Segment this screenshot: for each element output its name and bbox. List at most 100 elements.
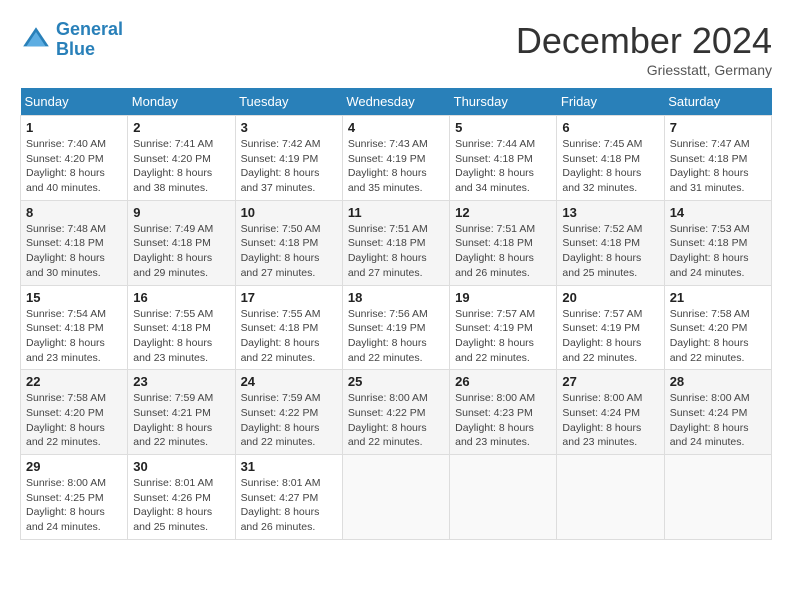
day-number: 22 [26, 374, 122, 389]
day-number: 14 [670, 205, 766, 220]
day-info: Sunrise: 7:49 AM Sunset: 4:18 PM Dayligh… [133, 222, 229, 281]
calendar-cell: 21 Sunrise: 7:58 AM Sunset: 4:20 PM Dayli… [664, 285, 771, 370]
day-number: 29 [26, 459, 122, 474]
day-number: 23 [133, 374, 229, 389]
calendar-cell: 24 Sunrise: 7:59 AM Sunset: 4:22 PM Dayli… [235, 370, 342, 455]
calendar-cell: 20Sunrise: 7:57 AM Sunset: 4:19 PM Dayli… [557, 285, 664, 370]
day-number: 7 [670, 120, 766, 135]
calendar-cell: 31Sunrise: 8:01 AM Sunset: 4:27 PM Dayli… [235, 455, 342, 540]
calendar-table: SundayMondayTuesdayWednesdayThursdayFrid… [20, 88, 772, 540]
month-title: December 2024 [516, 20, 772, 62]
calendar-cell: 29 Sunrise: 8:00 AM Sunset: 4:25 PM Dayli… [21, 455, 128, 540]
page-header: General Blue December 2024 Griesstatt, G… [20, 20, 772, 78]
calendar-cell: 14 Sunrise: 7:53 AM Sunset: 4:18 PM Dayli… [664, 200, 771, 285]
day-number: 26 [455, 374, 551, 389]
calendar-cell: 16 Sunrise: 7:55 AM Sunset: 4:18 PM Dayli… [128, 285, 235, 370]
day-number: 8 [26, 205, 122, 220]
week-row-5: 29 Sunrise: 8:00 AM Sunset: 4:25 PM Dayli… [21, 455, 772, 540]
calendar-cell [664, 455, 771, 540]
day-number: 31 [241, 459, 337, 474]
day-info: Sunrise: 7:50 AM Sunset: 4:18 PM Dayligh… [241, 222, 337, 281]
day-info: Sunrise: 7:42 AM Sunset: 4:19 PM Dayligh… [241, 137, 337, 196]
calendar-cell: 4 Sunrise: 7:43 AM Sunset: 4:19 PM Daylig… [342, 116, 449, 201]
header-thursday: Thursday [450, 88, 557, 116]
day-info: Sunrise: 7:47 AM Sunset: 4:18 PM Dayligh… [670, 137, 766, 196]
day-info: Sunrise: 7:59 AM Sunset: 4:22 PM Dayligh… [241, 391, 337, 450]
calendar-cell [342, 455, 449, 540]
calendar-cell: 8Sunrise: 7:48 AM Sunset: 4:18 PM Daylig… [21, 200, 128, 285]
day-info: Sunrise: 7:53 AM Sunset: 4:18 PM Dayligh… [670, 222, 766, 281]
day-number: 3 [241, 120, 337, 135]
calendar-cell [450, 455, 557, 540]
day-info: Sunrise: 7:51 AM Sunset: 4:18 PM Dayligh… [455, 222, 551, 281]
day-info: Sunrise: 8:00 AM Sunset: 4:24 PM Dayligh… [562, 391, 658, 450]
day-number: 11 [348, 205, 444, 220]
calendar-cell: 18Sunrise: 7:56 AM Sunset: 4:19 PM Dayli… [342, 285, 449, 370]
day-info: Sunrise: 7:43 AM Sunset: 4:19 PM Dayligh… [348, 137, 444, 196]
logo-line1: General [56, 19, 123, 39]
day-number: 30 [133, 459, 229, 474]
header-tuesday: Tuesday [235, 88, 342, 116]
day-number: 4 [348, 120, 444, 135]
day-number: 19 [455, 290, 551, 305]
day-info: Sunrise: 7:55 AM Sunset: 4:18 PM Dayligh… [133, 307, 229, 366]
header-friday: Friday [557, 88, 664, 116]
day-info: Sunrise: 8:00 AM Sunset: 4:25 PM Dayligh… [26, 476, 122, 535]
location: Griesstatt, Germany [516, 62, 772, 78]
day-number: 20 [562, 290, 658, 305]
week-row-4: 22 Sunrise: 7:58 AM Sunset: 4:20 PM Dayli… [21, 370, 772, 455]
week-row-3: 15 Sunrise: 7:54 AM Sunset: 4:18 PM Dayli… [21, 285, 772, 370]
calendar-cell: 30 Sunrise: 8:01 AM Sunset: 4:26 PM Dayli… [128, 455, 235, 540]
day-info: Sunrise: 7:54 AM Sunset: 4:18 PM Dayligh… [26, 307, 122, 366]
day-number: 5 [455, 120, 551, 135]
week-row-1: 1Sunrise: 7:40 AM Sunset: 4:20 PM Daylig… [21, 116, 772, 201]
calendar-cell: 11 Sunrise: 7:51 AM Sunset: 4:18 PM Dayli… [342, 200, 449, 285]
calendar-cell: 12Sunrise: 7:51 AM Sunset: 4:18 PM Dayli… [450, 200, 557, 285]
day-number: 13 [562, 205, 658, 220]
day-number: 2 [133, 120, 229, 135]
day-number: 6 [562, 120, 658, 135]
day-info: Sunrise: 7:51 AM Sunset: 4:18 PM Dayligh… [348, 222, 444, 281]
calendar-cell: 1Sunrise: 7:40 AM Sunset: 4:20 PM Daylig… [21, 116, 128, 201]
calendar-cell: 13Sunrise: 7:52 AM Sunset: 4:18 PM Dayli… [557, 200, 664, 285]
logo-icon [20, 24, 52, 56]
header-monday: Monday [128, 88, 235, 116]
calendar-cell: 6 Sunrise: 7:45 AM Sunset: 4:18 PM Daylig… [557, 116, 664, 201]
day-number: 15 [26, 290, 122, 305]
day-info: Sunrise: 7:55 AM Sunset: 4:18 PM Dayligh… [241, 307, 337, 366]
calendar-header-row: SundayMondayTuesdayWednesdayThursdayFrid… [21, 88, 772, 116]
calendar-cell: 25 Sunrise: 8:00 AM Sunset: 4:22 PM Dayli… [342, 370, 449, 455]
calendar-cell: 19Sunrise: 7:57 AM Sunset: 4:19 PM Dayli… [450, 285, 557, 370]
week-row-2: 8Sunrise: 7:48 AM Sunset: 4:18 PM Daylig… [21, 200, 772, 285]
day-info: Sunrise: 8:00 AM Sunset: 4:24 PM Dayligh… [670, 391, 766, 450]
day-number: 10 [241, 205, 337, 220]
logo-line2: Blue [56, 40, 123, 60]
calendar-cell: 15 Sunrise: 7:54 AM Sunset: 4:18 PM Dayli… [21, 285, 128, 370]
day-number: 28 [670, 374, 766, 389]
day-info: Sunrise: 7:44 AM Sunset: 4:18 PM Dayligh… [455, 137, 551, 196]
calendar-cell: 28 Sunrise: 8:00 AM Sunset: 4:24 PM Dayli… [664, 370, 771, 455]
day-number: 21 [670, 290, 766, 305]
calendar-cell: 17Sunrise: 7:55 AM Sunset: 4:18 PM Dayli… [235, 285, 342, 370]
day-info: Sunrise: 7:58 AM Sunset: 4:20 PM Dayligh… [670, 307, 766, 366]
calendar-cell: 26Sunrise: 8:00 AM Sunset: 4:23 PM Dayli… [450, 370, 557, 455]
logo-text: General Blue [56, 20, 123, 60]
day-info: Sunrise: 8:01 AM Sunset: 4:26 PM Dayligh… [133, 476, 229, 535]
day-number: 25 [348, 374, 444, 389]
day-number: 9 [133, 205, 229, 220]
calendar-cell: 10 Sunrise: 7:50 AM Sunset: 4:18 PM Dayli… [235, 200, 342, 285]
title-block: December 2024 Griesstatt, Germany [516, 20, 772, 78]
day-info: Sunrise: 7:59 AM Sunset: 4:21 PM Dayligh… [133, 391, 229, 450]
calendar-cell: 9 Sunrise: 7:49 AM Sunset: 4:18 PM Daylig… [128, 200, 235, 285]
header-wednesday: Wednesday [342, 88, 449, 116]
calendar-cell: 22 Sunrise: 7:58 AM Sunset: 4:20 PM Dayli… [21, 370, 128, 455]
day-number: 16 [133, 290, 229, 305]
calendar-cell: 23 Sunrise: 7:59 AM Sunset: 4:21 PM Dayli… [128, 370, 235, 455]
day-number: 27 [562, 374, 658, 389]
logo: General Blue [20, 20, 123, 60]
day-info: Sunrise: 7:45 AM Sunset: 4:18 PM Dayligh… [562, 137, 658, 196]
day-number: 18 [348, 290, 444, 305]
day-info: Sunrise: 8:00 AM Sunset: 4:22 PM Dayligh… [348, 391, 444, 450]
day-info: Sunrise: 7:58 AM Sunset: 4:20 PM Dayligh… [26, 391, 122, 450]
day-number: 24 [241, 374, 337, 389]
